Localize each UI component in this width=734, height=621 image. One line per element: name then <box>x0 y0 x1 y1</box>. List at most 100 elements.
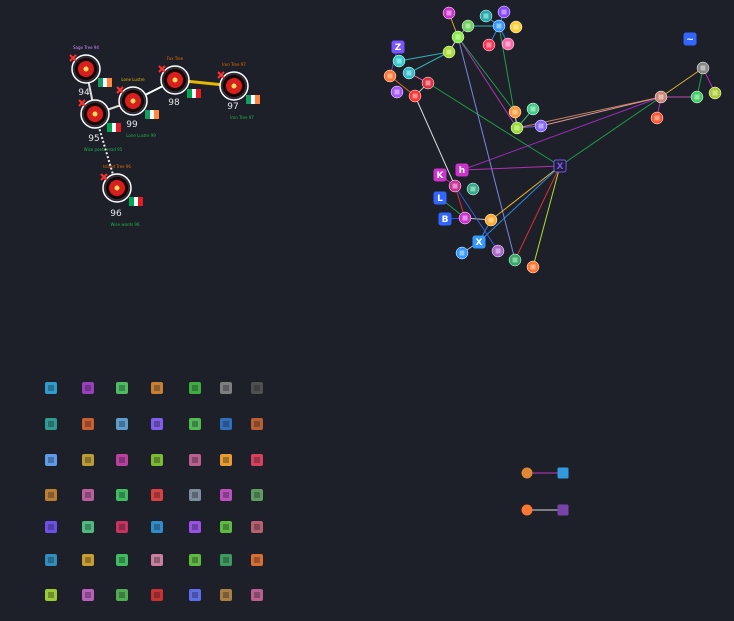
graph-node[interactable] <box>492 19 506 33</box>
graph-node[interactable]: B <box>438 212 452 226</box>
graph-node[interactable]: Z <box>391 40 405 54</box>
bus-icon[interactable] <box>189 454 201 466</box>
graph-node[interactable] <box>482 38 496 52</box>
printer-icon[interactable] <box>116 454 128 466</box>
graph-node[interactable] <box>491 244 505 258</box>
graph-node[interactable] <box>392 54 406 68</box>
graph-node[interactable] <box>654 90 668 104</box>
graph-node[interactable] <box>484 213 498 227</box>
tree-node-96[interactable]: 96 Island Tree 96 Wise words 96 <box>100 164 143 227</box>
frame-icon[interactable] <box>116 554 128 566</box>
graph-node[interactable]: h <box>455 163 469 177</box>
chat-icon[interactable] <box>82 589 94 601</box>
graph-node[interactable] <box>442 45 456 59</box>
book-icon[interactable] <box>151 489 163 501</box>
graph-node[interactable] <box>390 85 404 99</box>
door-icon[interactable] <box>45 489 57 501</box>
graph-node[interactable] <box>479 9 493 23</box>
remove-icon[interactable] <box>69 54 77 62</box>
image-icon[interactable] <box>189 489 201 501</box>
question-icon[interactable] <box>220 521 232 533</box>
leaf-icon[interactable] <box>189 418 201 430</box>
graph-node[interactable] <box>442 6 456 20</box>
tiles-icon[interactable] <box>151 382 163 394</box>
o-block-icon[interactable] <box>116 489 128 501</box>
phone-icon[interactable] <box>189 554 201 566</box>
file-icon[interactable] <box>251 554 263 566</box>
badge-icon[interactable] <box>251 589 263 601</box>
remove-icon[interactable] <box>158 65 166 73</box>
folder-icon[interactable] <box>45 521 57 533</box>
graph-node[interactable]: K <box>433 168 447 182</box>
graph-node[interactable]: L <box>433 191 447 205</box>
play-icon[interactable] <box>151 418 163 430</box>
graph-node[interactable] <box>458 211 472 225</box>
graph-node[interactable] <box>534 119 548 133</box>
graph-node[interactable] <box>526 260 540 274</box>
magnifier-icon[interactable] <box>82 521 94 533</box>
card-2-icon[interactable] <box>45 554 57 566</box>
w-block-icon[interactable] <box>116 382 128 394</box>
graph-node[interactable]: ~ <box>683 32 697 46</box>
burger-icon[interactable] <box>45 454 57 466</box>
graph-node[interactable] <box>421 76 435 90</box>
graph-node[interactable] <box>455 246 469 260</box>
graph-node[interactable] <box>451 30 465 44</box>
graph-node[interactable] <box>690 90 704 104</box>
icon-pair[interactable] <box>521 467 569 479</box>
tv-icon[interactable] <box>82 489 94 501</box>
graph-node[interactable] <box>510 121 524 135</box>
globe-icon[interactable] <box>45 418 57 430</box>
graph-node[interactable] <box>508 105 522 119</box>
chip-icon[interactable] <box>251 382 263 394</box>
ring-icon[interactable] <box>251 489 263 501</box>
graph-node[interactable] <box>461 19 475 33</box>
clock-icon[interactable] <box>116 521 128 533</box>
map-icon[interactable] <box>151 554 163 566</box>
card-icon[interactable] <box>116 418 128 430</box>
remove-icon[interactable] <box>100 173 108 181</box>
grid-icon[interactable] <box>251 521 263 533</box>
lines-icon[interactable] <box>220 382 232 394</box>
graph-node[interactable] <box>708 86 722 100</box>
graph-node[interactable] <box>408 89 422 103</box>
stack-icon[interactable] <box>220 454 232 466</box>
cherry-icon[interactable] <box>151 589 163 601</box>
window-icon[interactable] <box>220 589 232 601</box>
d-block-icon[interactable] <box>189 521 201 533</box>
remove-icon[interactable] <box>217 71 225 79</box>
box-icon[interactable] <box>82 554 94 566</box>
arrow-icon[interactable] <box>45 589 57 601</box>
graph-node[interactable] <box>497 5 511 19</box>
graph-node[interactable] <box>501 37 515 51</box>
shirt-icon[interactable] <box>220 418 232 430</box>
graph-node[interactable] <box>509 20 523 34</box>
ball-icon[interactable] <box>82 454 94 466</box>
graph-node[interactable] <box>508 253 522 267</box>
tree-node-99[interactable]: 99 Lone Lustre Lone Lustre 99 <box>116 77 159 138</box>
e-block-icon[interactable] <box>189 382 201 394</box>
graph-node[interactable]: X <box>553 159 567 173</box>
graph-node[interactable] <box>526 102 540 116</box>
graph-node[interactable] <box>402 66 416 80</box>
shield-icon[interactable] <box>151 454 163 466</box>
graph-node[interactable]: X <box>472 235 486 249</box>
cube-icon[interactable] <box>45 382 57 394</box>
graph-node[interactable] <box>466 182 480 196</box>
graph-node[interactable] <box>383 69 397 83</box>
icon-pair[interactable] <box>521 504 569 516</box>
graph-node[interactable] <box>696 61 710 75</box>
tree-node-97[interactable]: 97 Iron Tree 97 Iron Tree 97 <box>217 62 260 120</box>
bag-icon[interactable] <box>116 589 128 601</box>
gear-icon[interactable] <box>151 521 163 533</box>
train-icon[interactable] <box>251 454 263 466</box>
wheel-icon[interactable] <box>189 589 201 601</box>
graph-node[interactable] <box>650 111 664 125</box>
remove-icon[interactable] <box>116 86 124 94</box>
atom-icon[interactable] <box>82 382 94 394</box>
pie-icon[interactable] <box>251 418 263 430</box>
envelope-icon[interactable] <box>82 418 94 430</box>
note-icon[interactable] <box>220 554 232 566</box>
remove-icon[interactable] <box>78 99 86 107</box>
house-icon[interactable] <box>220 489 232 501</box>
